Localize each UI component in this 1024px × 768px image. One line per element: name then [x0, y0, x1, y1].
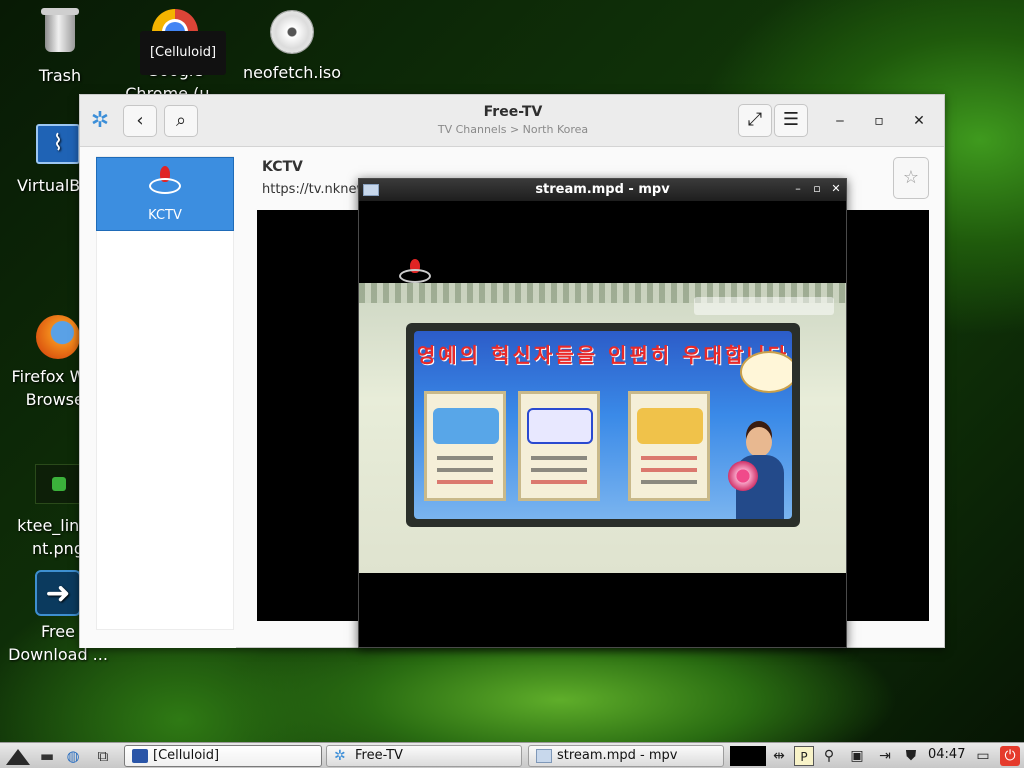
favorite-button[interactable]: ☆ — [893, 157, 929, 199]
start-menu-icon — [6, 749, 30, 765]
close-button[interactable]: ✕ — [907, 109, 931, 133]
window-switcher-icon[interactable]: ⧉ — [94, 747, 112, 765]
mpv-maximize-button[interactable]: ▫ — [810, 181, 824, 197]
close-icon: ✕ — [831, 182, 841, 195]
firefox-icon — [34, 315, 82, 363]
video-poster — [628, 391, 710, 501]
virtualbox-icon: ⌇ — [34, 124, 82, 172]
power-icon[interactable]: ⏻ — [1000, 746, 1020, 766]
taskbar-task-mpv[interactable]: stream.mpd - mpv — [528, 745, 724, 767]
trash-icon — [36, 8, 84, 62]
mpv-window: stream.mpd - mpv – ▫ ✕ 영예의 혁신자들을 인편히 우대합… — [358, 178, 847, 648]
image-file-icon — [34, 464, 82, 512]
desktop-icon-trash[interactable]: Trash — [5, 8, 115, 87]
star-icon: ☆ — [902, 167, 920, 188]
fullscreen-button[interactable]: ⤢ — [738, 104, 772, 137]
shield-icon[interactable]: ⛊ — [900, 746, 922, 766]
plug-icon[interactable]: ⚲ — [818, 746, 840, 766]
channel-url[interactable]: https://tv.nknew — [262, 182, 367, 197]
clipboard-icon[interactable]: P — [794, 746, 814, 766]
display-icon[interactable]: ▭ — [972, 746, 994, 766]
video-poster — [518, 391, 600, 501]
celluloid-icon — [132, 749, 148, 763]
download-manager-icon: ➜ — [34, 570, 82, 618]
start-menu-button[interactable] — [4, 745, 32, 767]
channel-title: KCTV — [262, 159, 303, 175]
freetv-icon: ✲ — [334, 748, 346, 764]
desktop-icon-neofetch[interactable]: neofetch.iso — [237, 8, 347, 84]
headerbar: ✲ ‹ ⌕ Free-TV TV Channels > North Korea … — [80, 95, 944, 147]
maximize-icon: ▫ — [813, 182, 821, 195]
video-board: 영예의 혁신자들을 인편히 우대합니다 — [406, 323, 800, 527]
globe-icon[interactable]: ◍ — [64, 747, 82, 765]
show-desktop-icon[interactable]: ▬ — [38, 747, 56, 765]
workspace-pager[interactable] — [730, 746, 766, 766]
breadcrumb: TV Channels > North Korea — [437, 123, 589, 136]
channel-sidebar: KCTV — [80, 148, 236, 648]
minimize-icon: – — [795, 182, 801, 195]
clock: 04:47 — [928, 747, 966, 762]
package-icon[interactable]: ▣ — [846, 746, 868, 766]
tooltip: [Celluloid] — [140, 31, 226, 75]
minimize-icon: ‒ — [835, 113, 845, 129]
video-person — [728, 427, 788, 519]
video-poster — [424, 391, 506, 501]
taskbar-task-freetv[interactable]: ✲ Free-TV — [326, 745, 522, 767]
close-icon: ✕ — [913, 113, 925, 129]
mpv-titlebar[interactable]: stream.mpd - mpv – ▫ ✕ — [359, 179, 846, 201]
mpv-icon — [536, 749, 552, 763]
hamburger-icon: ☰ — [782, 109, 800, 130]
maximize-button[interactable]: ▫ — [867, 109, 891, 133]
kctv-watermark-icon — [395, 259, 435, 283]
kctv-logo-icon — [145, 166, 185, 198]
network-icon[interactable]: ⇹ — [768, 746, 790, 766]
taskbar-task-label: stream.mpd - mpv — [557, 748, 678, 763]
taskbar-task-celluloid[interactable]: [Celluloid] — [124, 745, 322, 767]
taskbar-task-label: [Celluloid] — [153, 748, 220, 763]
desktop-icon-label: Trash — [38, 66, 82, 85]
channel-item-kctv[interactable]: KCTV — [96, 157, 234, 231]
disc-icon — [268, 11, 316, 59]
minimize-button[interactable]: ‒ — [828, 109, 852, 133]
window-title: Free-TV — [483, 104, 543, 120]
expand-icon: ⤢ — [747, 109, 763, 130]
logout-icon[interactable]: ⇥ — [874, 746, 896, 766]
maximize-icon: ▫ — [874, 113, 884, 129]
taskbar-task-label: Free-TV — [355, 748, 403, 763]
taskbar: ▬ ◍ ⧉ [Celluloid] ✲ Free-TV stream.mpd -… — [0, 742, 1024, 768]
mpv-minimize-button[interactable]: – — [791, 181, 805, 197]
mpv-close-button[interactable]: ✕ — [829, 181, 843, 197]
channel-item-label: KCTV — [148, 208, 182, 223]
desktop-icon-label: neofetch.iso — [242, 63, 342, 82]
mpv-title: stream.mpd - mpv — [535, 182, 670, 197]
video-slogan: 영예의 혁신자들을 인편히 우대합니다 — [416, 343, 790, 367]
menu-button[interactable]: ☰ — [774, 104, 808, 137]
video-frame[interactable]: 영예의 혁신자들을 인편히 우대합니다 — [359, 283, 846, 573]
